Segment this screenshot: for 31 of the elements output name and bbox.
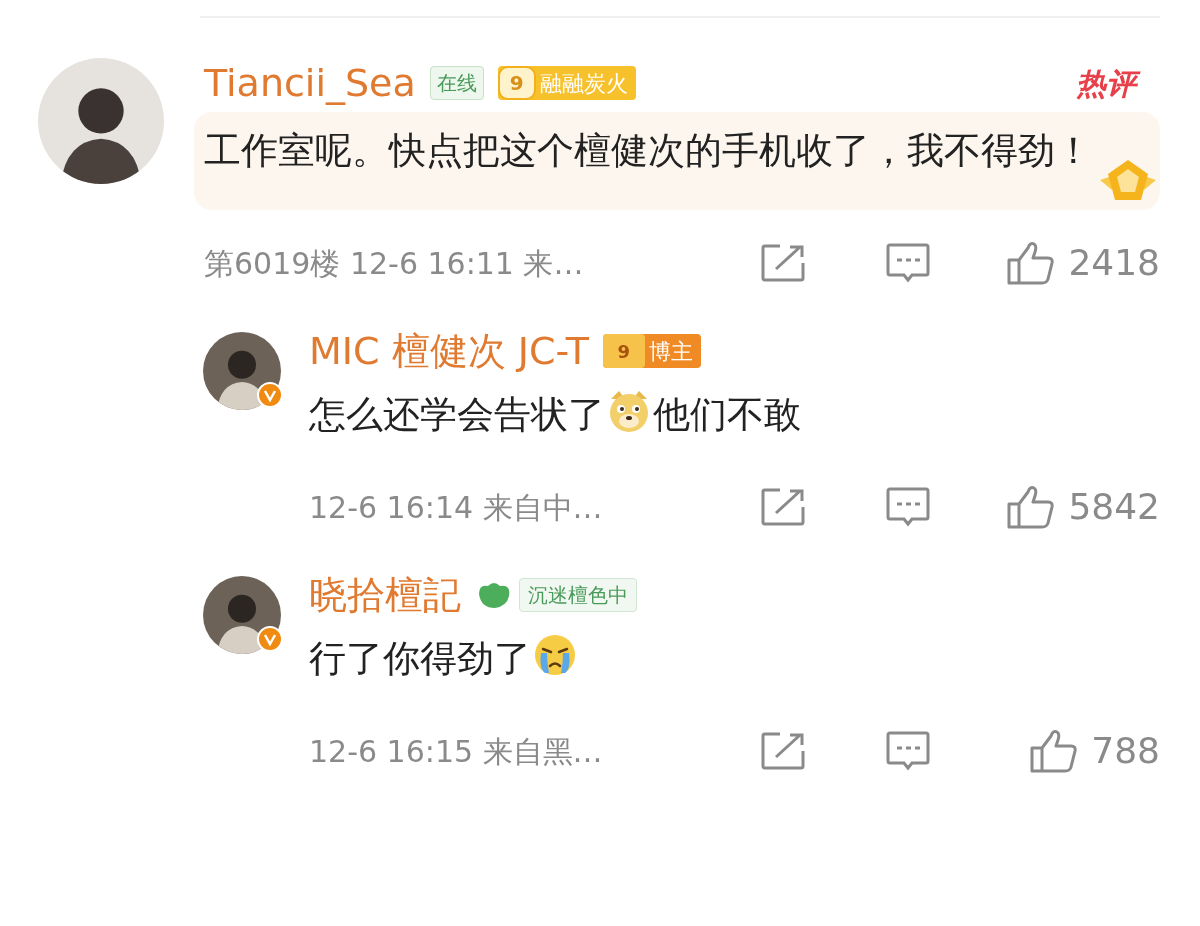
comment-icon[interactable] (885, 730, 931, 772)
user-name[interactable]: MIC 檀健次 JC-T (309, 322, 589, 380)
comment-meta: 12-6 16:14 来自中… (309, 488, 604, 527)
fan-level-badge: 9 融融炭火 (497, 66, 636, 100)
comment-text: 他们不敢 (653, 393, 801, 436)
like-count: 5842 (1068, 485, 1160, 529)
hot-comment-label: 热评 (1072, 60, 1140, 106)
dog-emoji-icon (607, 389, 651, 433)
comment-text: 怎么还学会告状了 (309, 393, 605, 436)
share-icon[interactable] (760, 487, 806, 527)
like-icon[interactable] (1006, 484, 1057, 530)
fan-group-badge: 沉迷檀色中 (519, 578, 637, 612)
user-name[interactable]: 晓拾檀記 (309, 566, 461, 624)
comment-meta: 第6019楼 12-6 16:11 来… (204, 244, 585, 283)
comment-meta: 12-6 16:15 来自黑… (309, 732, 604, 771)
like-icon[interactable] (1029, 728, 1080, 774)
blogger-badge: 9 博主 (602, 334, 701, 368)
share-icon[interactable] (760, 243, 806, 283)
comment-text: 工作室呢。快点把这个檀健次的手机收了，我不得劲！ (204, 129, 1092, 172)
verified-icon (257, 382, 283, 408)
like-count: 788 (1091, 729, 1160, 773)
comment-text: 行了你得劲了 (309, 637, 531, 680)
online-badge: 在线 (429, 66, 484, 100)
like-count: 2418 (1068, 241, 1160, 285)
verified-icon (257, 626, 283, 652)
comment-icon[interactable] (885, 486, 931, 528)
share-icon[interactable] (760, 731, 806, 771)
like-icon[interactable] (1006, 240, 1057, 286)
user-name[interactable]: Tiancii_Sea (204, 54, 416, 112)
crying-emoji-icon (533, 633, 577, 677)
comment-icon[interactable] (885, 242, 931, 284)
